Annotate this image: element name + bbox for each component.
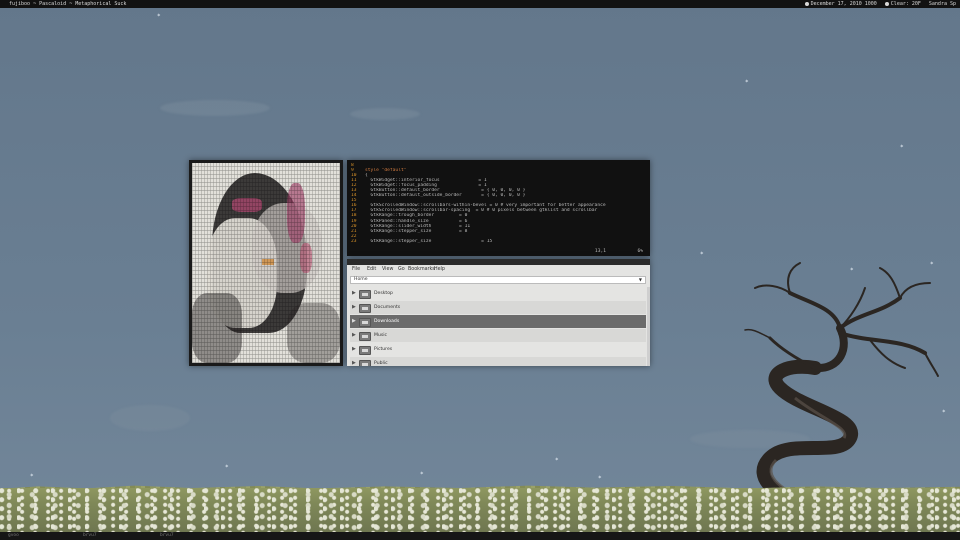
scroll-percent: 6%: [637, 249, 643, 254]
folder-row-documents[interactable]: ▶ Documents: [350, 301, 646, 314]
expander-arrow-icon[interactable]: ▶: [352, 315, 356, 328]
folder-row-music[interactable]: ▶ Music: [350, 329, 646, 342]
menu-view[interactable]: View: [382, 265, 393, 274]
snowflake-icon: *: [598, 475, 602, 482]
chevron-down-icon[interactable]: ▼: [639, 277, 642, 283]
bottom-panel: gvoo brvu7 brvu7: [0, 532, 960, 540]
weather[interactable]: Clear: 20F: [884, 0, 921, 8]
cloud: [110, 405, 190, 431]
folder-row-desktop[interactable]: ▶ Desktop: [350, 287, 646, 300]
snowflake-icon: *: [745, 79, 749, 86]
snowflake-icon: *: [157, 13, 161, 20]
folder-icon: [359, 304, 371, 313]
folder-icon: [359, 290, 371, 299]
expander-arrow-icon[interactable]: ▶: [352, 287, 356, 300]
menu-bar: File Edit View Go Bookmarks Help: [347, 265, 650, 274]
snowflake-icon: *: [700, 251, 704, 258]
expander-arrow-icon[interactable]: ▶: [352, 343, 356, 356]
snowflake-icon: *: [942, 409, 946, 416]
menu-edit[interactable]: Edit: [367, 265, 376, 274]
folder-icon: [359, 346, 371, 355]
file-manager-window[interactable]: File Edit View Go Bookmarks Help Home ▼ …: [347, 259, 650, 366]
folder-icon: [359, 318, 371, 327]
tree-illustration: [744, 262, 939, 515]
scrollbar[interactable]: [647, 287, 650, 366]
snowflake-icon: *: [420, 471, 424, 478]
expander-arrow-icon[interactable]: ▶: [352, 357, 356, 366]
window-title: fujiboo ~ Pascaloid ~ Metaphorical Suck: [9, 1, 127, 7]
status-area: December 17, 2010 1000 Clear: 20F Sandra…: [804, 0, 956, 8]
snowflake-icon: *: [225, 464, 229, 471]
taskbar-item[interactable]: brvu7: [160, 532, 174, 540]
location-text: Home: [354, 277, 368, 282]
top-panel: fujiboo ~ Pascaloid ~ Metaphorical Suck …: [0, 0, 960, 8]
folder-row-public[interactable]: ▶ Public: [350, 357, 646, 366]
editor-line: 23 GtkRange::stepper_size = 15: [351, 238, 493, 244]
snowflake-icon: *: [30, 473, 34, 480]
folder-row-downloads[interactable]: ▶ Downloads: [350, 315, 646, 328]
snowflake-icon: *: [555, 457, 559, 464]
ascii-art-image: [192, 163, 340, 363]
folder-icon: [359, 360, 371, 366]
expander-arrow-icon[interactable]: ▶: [352, 329, 356, 342]
menu-go[interactable]: Go: [398, 265, 405, 274]
clock[interactable]: December 17, 2010 1000: [804, 0, 877, 8]
ascii-art-window[interactable]: [189, 160, 343, 366]
clock-icon: [804, 1, 809, 6]
cloud: [350, 108, 420, 120]
taskbar-item[interactable]: brvu7: [83, 532, 97, 540]
snowflake-icon: *: [900, 144, 904, 151]
folder-icon: [359, 332, 371, 341]
menu-bookmarks[interactable]: Bookmarks: [408, 265, 435, 274]
terminal-editor-window[interactable]: 8 9 style "default" 10{ 11 GtkWidget::int…: [347, 160, 650, 256]
editor-text[interactable]: 8 9 style "default" 10{ 11 GtkWidget::int…: [351, 163, 646, 244]
cloud: [160, 100, 270, 116]
menu-help[interactable]: Help: [434, 265, 445, 274]
weather-icon: [884, 1, 889, 6]
cursor-position: 13,1: [594, 249, 606, 254]
expander-arrow-icon[interactable]: ▶: [352, 301, 356, 314]
folder-row-pictures[interactable]: ▶ Pictures: [350, 343, 646, 356]
ascii-texture: [192, 163, 340, 363]
user-menu[interactable]: Sandra Sp: [929, 0, 956, 8]
location-bar[interactable]: Home ▼: [350, 276, 646, 284]
taskbar-item[interactable]: gvoo: [8, 532, 19, 540]
grass-field: [0, 488, 960, 533]
menu-file[interactable]: File: [352, 265, 360, 274]
